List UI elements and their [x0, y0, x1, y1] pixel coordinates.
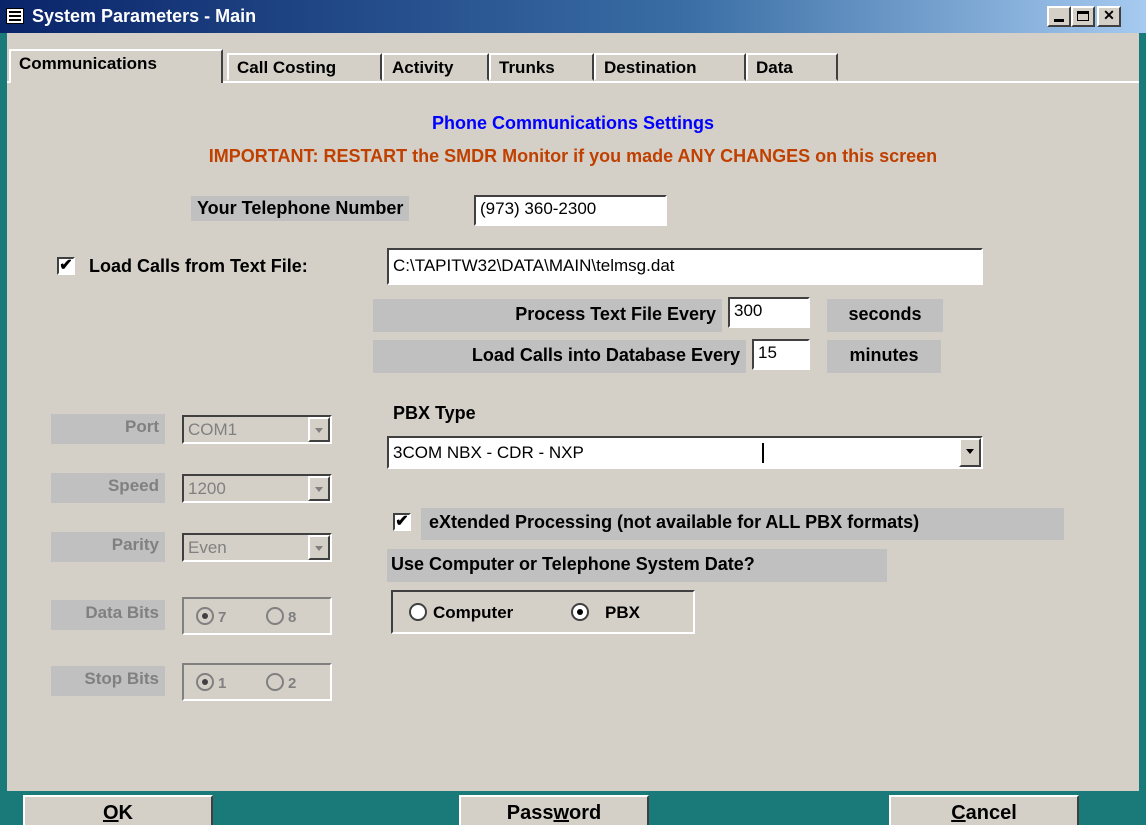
tab-destination[interactable]: Destination	[594, 53, 746, 81]
data-bits-label: Data Bits	[51, 600, 165, 630]
port-select[interactable]: COM1	[182, 415, 332, 444]
minutes-label: minutes	[827, 340, 941, 373]
telephone-number-input[interactable]: (973) 360-2300	[474, 195, 667, 226]
tab-communications[interactable]: Communications	[9, 49, 223, 83]
password-label-post: ord	[569, 802, 602, 824]
maximize-button[interactable]	[1071, 6, 1095, 27]
load-db-interval-input[interactable]: 15	[752, 339, 810, 370]
minimize-button[interactable]	[1047, 6, 1071, 27]
maximize-icon	[1077, 11, 1089, 21]
application-window: System Parameters - Main ✕ Communication…	[0, 0, 1146, 825]
restart-warning: IMPORTANT: RESTART the SMDR Monitor if y…	[208, 146, 938, 166]
load-db-label: Load Calls into Database Every	[373, 340, 746, 373]
stop-bits-label: Stop Bits	[51, 666, 165, 696]
ok-button[interactable]: OK	[23, 795, 213, 825]
close-button[interactable]: ✕	[1097, 6, 1121, 27]
minimize-icon	[1054, 19, 1064, 22]
parity-select[interactable]: Even	[182, 533, 332, 562]
date-source-question: Use Computer or Telephone System Date?	[387, 549, 887, 582]
password-label-pre: Pass	[506, 802, 554, 824]
date-source-group: Computer PBX	[391, 590, 695, 634]
process-interval-input[interactable]: 300	[728, 297, 810, 328]
stop-bits-2-radio[interactable]	[266, 673, 284, 691]
data-bits-7-radio[interactable]	[196, 607, 214, 625]
extended-processing-checkbox[interactable]: ✔	[393, 513, 411, 531]
pbx-date-radio[interactable]	[571, 603, 589, 621]
speed-select[interactable]: 1200	[182, 474, 332, 503]
window-title: System Parameters - Main	[32, 6, 257, 26]
port-label: Port	[51, 414, 165, 444]
text-cursor	[762, 443, 764, 463]
text-file-path-input[interactable]: C:\TAPITW32\DATA\MAIN\telmsg.dat	[387, 248, 983, 285]
pbx-date-label: PBX	[605, 603, 640, 622]
parity-value: Even	[188, 538, 227, 557]
data-bits-group: 7 8	[182, 597, 332, 635]
data-bits-7-label: 7	[218, 609, 227, 626]
password-accelerator: w	[553, 802, 570, 824]
computer-date-label: Computer	[433, 603, 514, 622]
process-text-label: Process Text File Every	[373, 299, 722, 332]
ok-accelerator: O	[102, 802, 119, 824]
load-calls-label: Load Calls from Text File:	[89, 256, 308, 276]
dropdown-arrow-icon[interactable]	[959, 438, 981, 467]
password-button[interactable]: Password	[459, 795, 649, 825]
ok-label-post: K	[118, 802, 133, 824]
cancel-label-post: ancel	[965, 802, 1017, 824]
data-bits-8-radio[interactable]	[266, 607, 284, 625]
dialog-client-area: Communications Call Costing Activity Tru…	[7, 33, 1139, 825]
pbx-type-value: 3COM NBX - CDR - NXP	[393, 443, 584, 462]
section-heading: Phone Communications Settings	[431, 113, 715, 133]
pbx-type-select[interactable]: 3COM NBX - CDR - NXP	[387, 436, 983, 469]
dropdown-arrow-icon[interactable]	[308, 535, 330, 560]
computer-date-radio[interactable]	[409, 603, 427, 621]
telephone-number-label: Your Telephone Number	[191, 196, 410, 221]
seconds-label: seconds	[827, 299, 943, 332]
load-calls-checkbox[interactable]: ✔	[57, 257, 75, 275]
stop-bits-1-label: 1	[218, 675, 227, 692]
button-bar: OK Password Cancel	[7, 791, 1139, 825]
title-bar[interactable]: System Parameters - Main ✕	[0, 0, 1146, 33]
stop-bits-1-radio[interactable]	[196, 673, 214, 691]
parity-label: Parity	[51, 532, 165, 562]
speed-label: Speed	[51, 473, 165, 503]
tab-strip: Communications Call Costing Activity Tru…	[7, 33, 1139, 83]
close-icon: ✕	[1103, 7, 1115, 23]
extended-processing-label: eXtended Processing (not available for A…	[421, 508, 1064, 540]
tab-activity[interactable]: Activity	[382, 53, 489, 81]
tab-trunks[interactable]: Trunks	[489, 53, 594, 81]
speed-value: 1200	[188, 479, 226, 498]
stop-bits-group: 1 2	[182, 663, 332, 701]
cancel-button[interactable]: Cancel	[889, 795, 1079, 825]
pbx-type-label: PBX Type	[387, 399, 519, 430]
tab-data[interactable]: Data	[746, 53, 838, 81]
dropdown-arrow-icon[interactable]	[308, 476, 330, 501]
data-bits-8-label: 8	[288, 609, 297, 626]
tab-call-costing[interactable]: Call Costing	[227, 53, 382, 81]
dropdown-arrow-icon[interactable]	[308, 417, 330, 442]
stop-bits-2-label: 2	[288, 675, 297, 692]
cancel-accelerator: C	[951, 802, 966, 824]
port-value: COM1	[188, 420, 238, 439]
window-menu-icon[interactable]	[6, 8, 24, 24]
